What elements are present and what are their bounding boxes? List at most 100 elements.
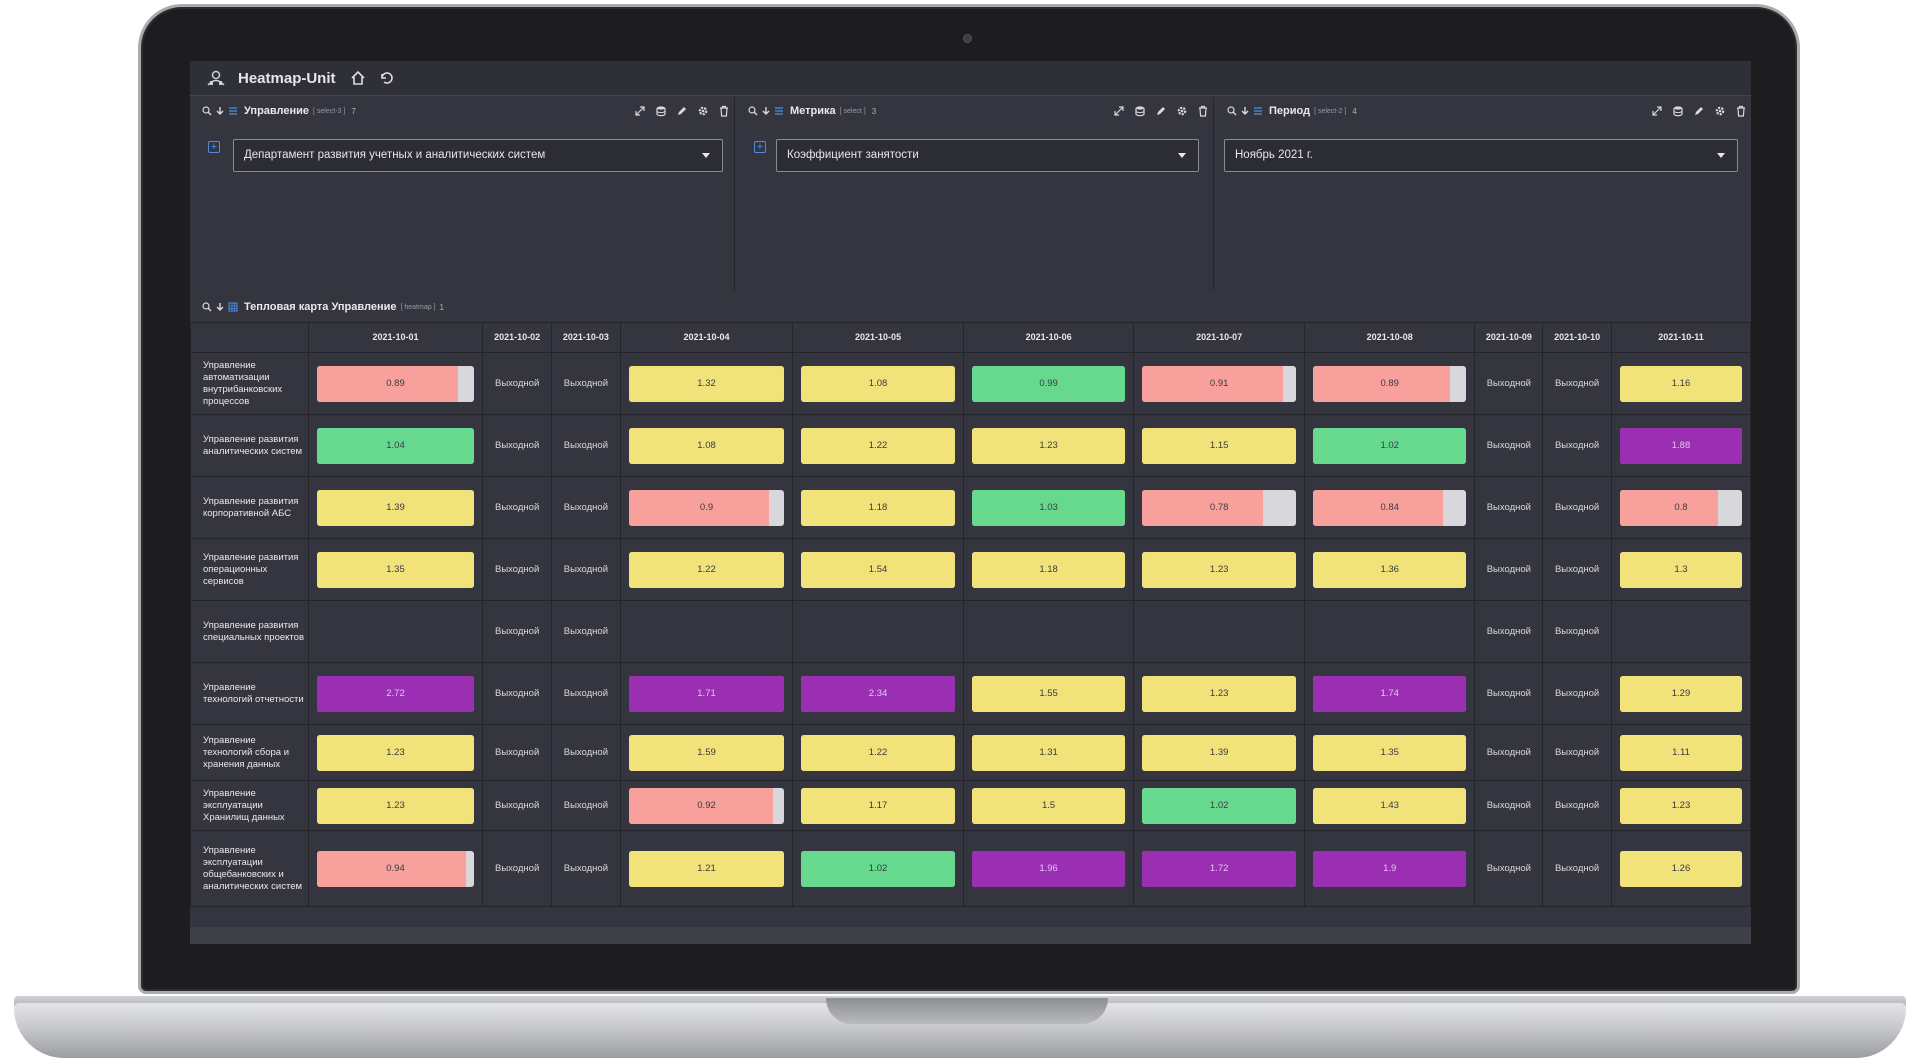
- zoom-icon[interactable]: [748, 106, 758, 116]
- expand-icon[interactable]: [1651, 105, 1663, 117]
- edit-icon[interactable]: [1693, 105, 1705, 117]
- date-column-header[interactable]: 2021-10-03: [551, 322, 621, 353]
- heatmap-cell[interactable]: 1.22: [619, 538, 794, 601]
- heatmap-cell[interactable]: 1.39: [1133, 724, 1305, 781]
- heatmap-cell[interactable]: 1.72: [1133, 830, 1305, 907]
- heatmap-cell[interactable]: 1.36: [1303, 538, 1476, 601]
- heatmap-cell[interactable]: 1.39: [307, 476, 484, 539]
- heatmap-cell[interactable]: 1.23: [1133, 538, 1305, 601]
- heatmap-cell[interactable]: 1.35: [1303, 724, 1476, 781]
- zoom-icon[interactable]: [202, 106, 212, 116]
- heatmap-cell[interactable]: 0.78: [1133, 476, 1305, 539]
- heatmap-cell[interactable]: 2.72: [307, 662, 484, 725]
- add-filter-icon[interactable]: +: [208, 141, 220, 153]
- heatmap-cell[interactable]: 0.91: [1133, 352, 1305, 415]
- gear-icon[interactable]: [1714, 105, 1726, 117]
- heatmap-cell[interactable]: 1.23: [1133, 662, 1305, 725]
- heatmap-cell[interactable]: [1303, 600, 1476, 663]
- heatmap-cell[interactable]: 0.8: [1610, 476, 1751, 539]
- heatmap-cell[interactable]: 1.54: [792, 538, 964, 601]
- heatmap-cell[interactable]: 1.96: [962, 830, 1135, 907]
- heatmap-cell[interactable]: [619, 600, 794, 663]
- download-icon[interactable]: [1240, 106, 1250, 116]
- heatmap-cell[interactable]: 1.11: [1610, 724, 1751, 781]
- date-column-header[interactable]: 2021-10-04: [619, 322, 794, 353]
- heatmap-cell[interactable]: 1.55: [962, 662, 1135, 725]
- heatmap-cell[interactable]: 1.02: [1303, 414, 1476, 477]
- heatmap-cell[interactable]: 0.89: [1303, 352, 1476, 415]
- trash-icon[interactable]: [1735, 105, 1747, 117]
- heatmap-cell[interactable]: 1.43: [1303, 780, 1476, 831]
- heatmap-cell[interactable]: 0.89: [307, 352, 484, 415]
- filter-select[interactable]: Ноябрь 2021 г.: [1224, 139, 1738, 172]
- zoom-icon[interactable]: [1227, 106, 1237, 116]
- horizontal-scrollbar[interactable]: [190, 927, 1751, 944]
- date-column-header[interactable]: 2021-10-02: [482, 322, 552, 353]
- heatmap-cell[interactable]: 1.71: [619, 662, 794, 725]
- expand-icon[interactable]: [634, 105, 646, 117]
- filter-select[interactable]: Департамент развития учетных и аналитиче…: [233, 139, 723, 172]
- gear-icon[interactable]: [697, 105, 709, 117]
- heatmap-cell[interactable]: 1.18: [792, 476, 964, 539]
- heatmap-cell[interactable]: [962, 600, 1135, 663]
- heatmap-cell[interactable]: 0.99: [962, 352, 1135, 415]
- heatmap-cell[interactable]: 1.59: [619, 724, 794, 781]
- heatmap-cell[interactable]: [792, 600, 964, 663]
- download-icon[interactable]: [761, 106, 771, 116]
- download-icon[interactable]: [215, 106, 225, 116]
- heatmap-cell[interactable]: 1.23: [307, 724, 484, 781]
- heatmap-cell[interactable]: 1.3: [1610, 538, 1751, 601]
- date-column-header[interactable]: 2021-10-06: [962, 322, 1135, 353]
- database-icon[interactable]: [655, 105, 667, 117]
- heatmap-cell[interactable]: 1.03: [962, 476, 1135, 539]
- edit-icon[interactable]: [1155, 105, 1167, 117]
- heatmap-cell[interactable]: 1.32: [619, 352, 794, 415]
- heatmap-cell[interactable]: 1.74: [1303, 662, 1476, 725]
- database-icon[interactable]: [1672, 105, 1684, 117]
- heatmap-cell[interactable]: 1.15: [1133, 414, 1305, 477]
- date-column-header[interactable]: 2021-10-10: [1542, 322, 1612, 353]
- heatmap-cell[interactable]: 1.23: [307, 780, 484, 831]
- zoom-icon[interactable]: [202, 302, 212, 312]
- heatmap-cell[interactable]: 1.16: [1610, 352, 1751, 415]
- gear-icon[interactable]: [1176, 105, 1188, 117]
- heatmap-cell[interactable]: 1.26: [1610, 830, 1751, 907]
- download-icon[interactable]: [215, 302, 225, 312]
- heatmap-cell[interactable]: 0.94: [307, 830, 484, 907]
- heatmap-cell[interactable]: 1.02: [792, 830, 964, 907]
- heatmap-cell[interactable]: 1.21: [619, 830, 794, 907]
- filter-select[interactable]: Коэффициент занятости: [776, 139, 1199, 172]
- trash-icon[interactable]: [1197, 105, 1209, 117]
- heatmap-cell[interactable]: 1.04: [307, 414, 484, 477]
- trash-icon[interactable]: [718, 105, 730, 117]
- heatmap-cell[interactable]: 1.08: [619, 414, 794, 477]
- heatmap-cell[interactable]: [1610, 600, 1751, 663]
- date-column-header[interactable]: 2021-10-01: [307, 322, 484, 353]
- heatmap-cell[interactable]: 1.23: [962, 414, 1135, 477]
- heatmap-cell[interactable]: 1.5: [962, 780, 1135, 831]
- heatmap-cell[interactable]: 1.08: [792, 352, 964, 415]
- date-column-header[interactable]: 2021-10-08: [1303, 322, 1476, 353]
- heatmap-cell[interactable]: 1.23: [1610, 780, 1751, 831]
- heatmap-cell[interactable]: 1.29: [1610, 662, 1751, 725]
- heatmap-cell[interactable]: 1.31: [962, 724, 1135, 781]
- heatmap-cell[interactable]: 1.88: [1610, 414, 1751, 477]
- heatmap-cell[interactable]: 1.9: [1303, 830, 1476, 907]
- heatmap-cell[interactable]: 0.84: [1303, 476, 1476, 539]
- heatmap-cell[interactable]: 2.34: [792, 662, 964, 725]
- heatmap-cell[interactable]: 1.02: [1133, 780, 1305, 831]
- heatmap-cell[interactable]: [1133, 600, 1305, 663]
- date-column-header[interactable]: 2021-10-07: [1133, 322, 1305, 353]
- heatmap-cell[interactable]: [307, 600, 484, 663]
- date-column-header[interactable]: 2021-10-09: [1474, 322, 1544, 353]
- expand-icon[interactable]: [1113, 105, 1125, 117]
- heatmap-cell[interactable]: 1.18: [962, 538, 1135, 601]
- date-column-header[interactable]: 2021-10-11: [1610, 322, 1751, 353]
- edit-icon[interactable]: [676, 105, 688, 117]
- heatmap-cell[interactable]: 1.35: [307, 538, 484, 601]
- undo-icon[interactable]: [378, 70, 394, 86]
- add-filter-icon[interactable]: +: [754, 141, 766, 153]
- heatmap-cell[interactable]: 1.17: [792, 780, 964, 831]
- heatmap-cell[interactable]: 1.22: [792, 724, 964, 781]
- date-column-header[interactable]: 2021-10-05: [792, 322, 964, 353]
